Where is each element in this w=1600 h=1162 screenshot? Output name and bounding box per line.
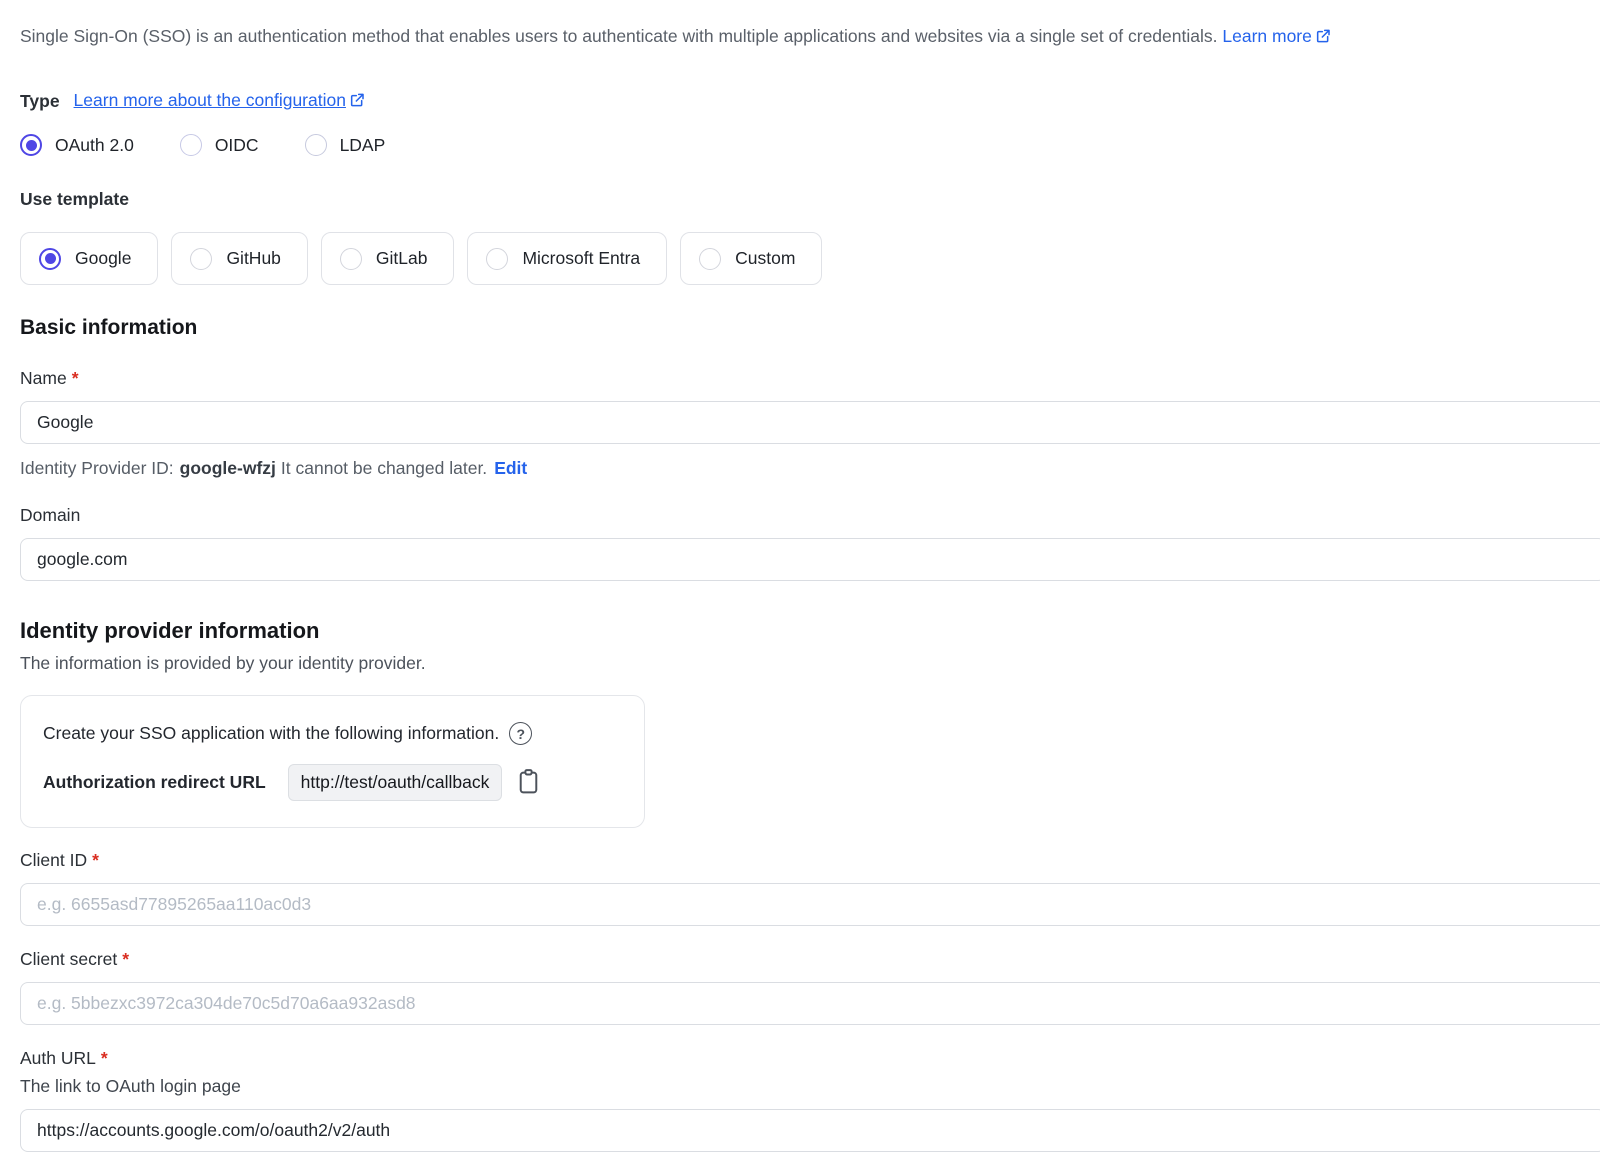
radio-selected-icon — [20, 134, 42, 156]
name-input[interactable] — [20, 401, 1600, 444]
radio-ldap-label: LDAP — [340, 135, 386, 156]
client-secret-label-text: Client secret — [20, 949, 117, 970]
auth-url-label-text: Auth URL — [20, 1048, 96, 1069]
authorization-redirect-row: Authorization redirect URL http://test/o… — [43, 764, 622, 801]
client-id-label-text: Client ID — [20, 850, 87, 871]
learn-more-link[interactable]: Learn more — [1222, 26, 1331, 46]
client-secret-field-label: Client secret * — [20, 949, 1600, 970]
template-card-gitlab[interactable]: GitLab — [321, 232, 455, 285]
external-link-icon — [349, 92, 365, 113]
configuration-docs-link[interactable]: Learn more about the configuration — [74, 90, 365, 113]
sso-application-callout: Create your SSO application with the fol… — [20, 695, 645, 828]
required-asterisk: * — [122, 949, 129, 970]
radio-unselected-icon — [486, 248, 508, 270]
radio-unselected-icon — [190, 248, 212, 270]
radio-unselected-icon — [699, 248, 721, 270]
external-link-icon — [1315, 26, 1331, 50]
required-asterisk: * — [72, 368, 79, 389]
clipboard-icon — [516, 768, 541, 798]
domain-field-label: Domain — [20, 505, 1600, 526]
configuration-docs-label: Learn more about the configuration — [74, 90, 346, 110]
domain-label-text: Domain — [20, 505, 80, 526]
client-id-input[interactable] — [20, 883, 1600, 926]
template-github-label: GitHub — [226, 248, 280, 269]
radio-unselected-icon — [340, 248, 362, 270]
radio-unselected-icon — [305, 134, 327, 156]
type-label: Type — [20, 91, 60, 112]
type-section-header: Type Learn more about the configuration — [20, 90, 1600, 113]
identity-provider-information-subtitle: The information is provided by your iden… — [20, 653, 1600, 674]
sso-description-text: Single Sign-On (SSO) is an authenticatio… — [20, 26, 1218, 46]
radio-oauth2-label: OAuth 2.0 — [55, 135, 134, 156]
identity-provider-information-heading: Identity provider information — [20, 618, 1600, 644]
radio-ldap[interactable]: LDAP — [305, 134, 386, 156]
auth-url-field-label: Auth URL * — [20, 1048, 1600, 1069]
client-id-field-label: Client ID * — [20, 850, 1600, 871]
name-label-text: Name — [20, 368, 67, 389]
sso-settings-page: Single Sign-On (SSO) is an authenticatio… — [0, 0, 1600, 1152]
radio-selected-icon — [39, 248, 61, 270]
auth-url-input[interactable] — [20, 1109, 1600, 1152]
template-card-github[interactable]: GitHub — [171, 232, 307, 285]
radio-oidc-label: OIDC — [215, 135, 259, 156]
use-template-label: Use template — [20, 189, 1600, 210]
authorization-redirect-url-value: http://test/oauth/callback — [288, 764, 503, 801]
template-gitlab-label: GitLab — [376, 248, 428, 269]
domain-input[interactable] — [20, 538, 1600, 581]
authorization-redirect-url-label: Authorization redirect URL — [43, 772, 266, 793]
basic-information-heading: Basic information — [20, 316, 1600, 340]
copy-button[interactable] — [516, 768, 541, 798]
question-circle-icon[interactable]: ? — [509, 722, 532, 745]
client-secret-input[interactable] — [20, 982, 1600, 1025]
edit-idp-id-link[interactable]: Edit — [494, 458, 527, 478]
template-microsoft-entra-label: Microsoft Entra — [522, 248, 640, 269]
radio-oauth2[interactable]: OAuth 2.0 — [20, 134, 134, 156]
identity-provider-id-value: google-wfzj — [180, 458, 276, 478]
idp-note-prefix: Identity Provider ID: — [20, 458, 174, 478]
template-google-label: Google — [75, 248, 131, 269]
template-card-custom[interactable]: Custom — [680, 232, 822, 285]
radio-oidc[interactable]: OIDC — [180, 134, 259, 156]
learn-more-label: Learn more — [1222, 26, 1312, 46]
radio-unselected-icon — [180, 134, 202, 156]
name-field-label: Name * — [20, 368, 1600, 389]
sso-description: Single Sign-On (SSO) is an authenticatio… — [20, 24, 1600, 50]
callout-text: Create your SSO application with the fol… — [43, 723, 499, 744]
callout-text-row: Create your SSO application with the fol… — [43, 722, 622, 745]
idp-note-suffix: It cannot be changed later. — [281, 458, 487, 478]
template-card-group: Google GitHub GitLab Microsoft Entra Cus… — [20, 232, 1600, 285]
template-custom-label: Custom — [735, 248, 795, 269]
template-card-google[interactable]: Google — [20, 232, 158, 285]
auth-url-helper-text: The link to OAuth login page — [20, 1076, 1600, 1097]
identity-provider-id-note: Identity Provider ID: google-wfzjIt canno… — [20, 458, 1600, 479]
required-asterisk: * — [101, 1048, 108, 1069]
required-asterisk: * — [92, 850, 99, 871]
type-radio-group: OAuth 2.0 OIDC LDAP — [20, 134, 1600, 156]
template-card-microsoft-entra[interactable]: Microsoft Entra — [467, 232, 667, 285]
